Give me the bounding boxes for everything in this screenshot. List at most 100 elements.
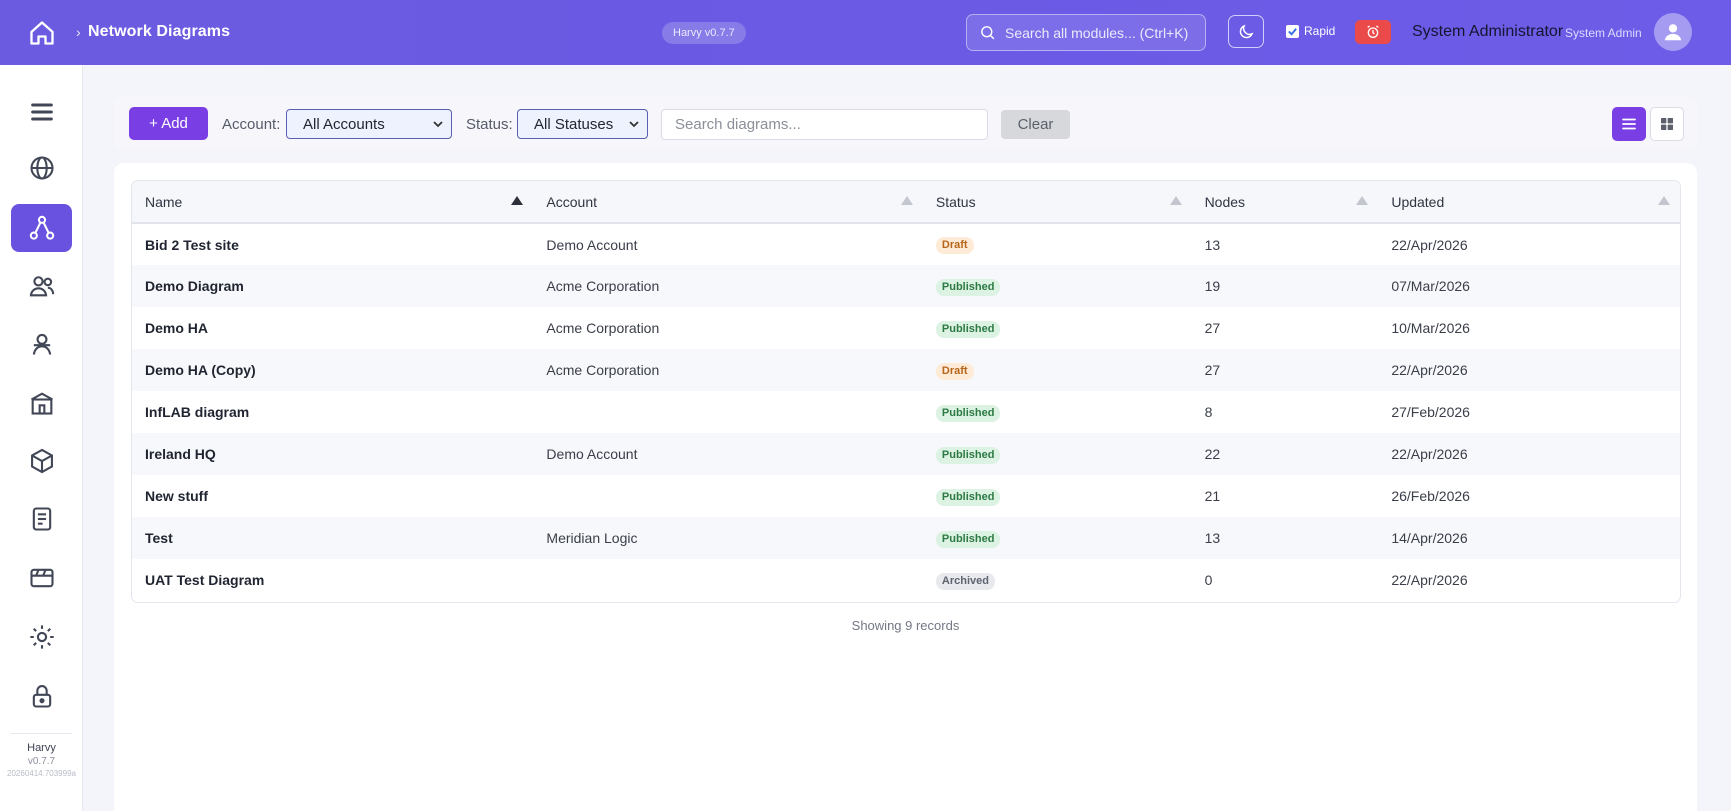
theme-toggle-button[interactable] — [1228, 15, 1264, 48]
record-count: Showing 9 records — [851, 618, 960, 633]
network-icon — [29, 215, 54, 240]
updated-cell: 22/Apr/2026 — [1391, 362, 1468, 378]
updated-cell: 27/Feb/2026 — [1391, 404, 1470, 420]
avatar[interactable] — [1654, 13, 1692, 51]
updated-cell: 10/Mar/2026 — [1391, 320, 1470, 336]
version-badge: Harvy v0.7.7 — [662, 22, 746, 44]
settings-icon — [29, 625, 54, 649]
nodes-cell: 8 — [1204, 404, 1213, 420]
name-cell: Bid 2 Test site — [145, 236, 239, 253]
global-search[interactable] — [966, 14, 1206, 51]
grid-view-button[interactable] — [1650, 107, 1684, 141]
column-header-label: Nodes — [1204, 193, 1246, 210]
add-diagram-button[interactable]: + Add — [129, 107, 208, 140]
sidebar-item-cube[interactable] — [11, 437, 72, 485]
status-badge: Published — [935, 530, 1001, 548]
table-row[interactable]: Demo HA Acme Corporation Published 27 10/Mar… — [132, 307, 1680, 349]
status-badge: Published — [935, 278, 1001, 296]
column-header-account[interactable]: Account — [533, 181, 922, 223]
filter-toolbar: + Add Account: All Accounts Status: All … — [114, 97, 1697, 149]
account-cell: Demo Account — [546, 236, 638, 253]
card-icon — [29, 568, 54, 588]
sidebar-item-menu[interactable] — [11, 88, 72, 136]
diagram-search-input[interactable]: Search diagrams... — [661, 109, 988, 140]
table-row[interactable]: Demo HA (Copy) Acme Corporation Draft 27 22/… — [132, 349, 1680, 391]
status-cell: Archived — [923, 559, 1192, 601]
sidebar-item-user[interactable] — [11, 320, 72, 368]
nodes-cell: 13 — [1204, 530, 1221, 546]
name-cell: Test — [145, 530, 173, 546]
table-row[interactable]: Ireland HQ Demo Account Published 22 22/Apr/… — [132, 433, 1680, 475]
account-select[interactable]: All Accounts — [286, 109, 452, 139]
sidebar-item-users[interactable] — [11, 262, 72, 310]
top-bar: › Network Diagrams Harvy v0.7.7 Rapid Sy… — [0, 0, 1731, 65]
account-cell: Acme Corporation — [546, 320, 660, 336]
status-select[interactable]: All Statuses — [517, 109, 648, 139]
sidebar-item-globe[interactable] — [11, 144, 72, 192]
account-cell: Meridian Logic — [546, 530, 638, 546]
status-cell: Published — [923, 391, 1192, 433]
rapid-checkbox[interactable] — [1286, 24, 1299, 38]
status-badge: Draft — [935, 237, 974, 254]
column-header-name[interactable]: Name — [132, 181, 533, 223]
alarm-button[interactable] — [1355, 20, 1391, 44]
status-cell: Published — [923, 433, 1192, 475]
table-row[interactable]: UAT Test Diagram Archived 0 22/Apr/2026 — [132, 559, 1680, 601]
table-row[interactable]: Bid 2 Test site Demo Account Draft 13 22/Apr… — [132, 223, 1680, 265]
status-cell: Draft — [923, 349, 1192, 391]
sort-arrow-icon[interactable] — [900, 196, 913, 205]
updated-cell: 14/Apr/2026 — [1391, 530, 1468, 546]
sidebar-item-cards[interactable] — [11, 554, 72, 602]
sidebar-item-settings[interactable] — [11, 613, 72, 661]
sidebar-item-security[interactable] — [11, 672, 72, 720]
table-body: Bid 2 Test site Demo Account Draft 13 22/Apr… — [132, 223, 1680, 601]
global-search-input[interactable] — [1005, 24, 1195, 41]
nodes-cell: 22 — [1204, 446, 1221, 462]
name-cell: Demo HA — [145, 320, 209, 336]
table-row[interactable]: Test Meridian Logic Published 13 14/Apr/2026 — [132, 517, 1680, 559]
sidebar-brand: Harvy — [27, 742, 56, 754]
table-row[interactable]: New stuff Published 21 26/Feb/2026 — [132, 475, 1680, 517]
breadcrumb-separator: › — [76, 24, 81, 40]
rapid-toggle[interactable]: Rapid — [1286, 24, 1335, 38]
status-badge: Published — [935, 446, 1001, 464]
sidebar-item-building[interactable] — [11, 379, 72, 427]
user-role: System Admin — [1565, 26, 1642, 40]
users-icon — [29, 276, 54, 297]
sidebar-item-documents[interactable] — [11, 495, 72, 543]
status-badge: Archived — [935, 572, 995, 590]
sidebar-build: 20260414.703999a — [7, 769, 76, 778]
sort-arrow-icon[interactable] — [1658, 196, 1670, 205]
column-header-label: Status — [935, 193, 976, 210]
status-cell: Draft — [923, 223, 1192, 265]
table-row[interactable]: Demo Diagram Acme Corporation Published 19 0… — [132, 265, 1680, 307]
status-cell: Published — [923, 265, 1192, 307]
account-cell: Demo Account — [546, 446, 638, 462]
status-badge: Draft — [935, 362, 974, 380]
user-name: System Administrator — [1412, 23, 1564, 40]
status-badge: Published — [935, 320, 1001, 338]
table-row[interactable]: InfLAB diagram Published 8 27/Feb/2026 — [132, 391, 1680, 433]
status-cell: Published — [923, 475, 1192, 517]
updated-cell: 22/Apr/2026 — [1391, 446, 1468, 462]
column-header-updated[interactable]: Updated — [1378, 181, 1680, 223]
chevron-down-icon — [629, 121, 639, 128]
diagrams-table: Name Account Status Nodes Updated Bid 2 Test… — [131, 180, 1681, 603]
content-panel: Name Account Status Nodes Updated Bid 2 Test… — [114, 163, 1697, 811]
list-view-button[interactable] — [1612, 107, 1646, 141]
sort-arrow-icon[interactable] — [511, 196, 524, 205]
home-icon[interactable] — [28, 19, 56, 47]
sort-arrow-icon[interactable] — [1356, 196, 1369, 205]
name-cell: InfLAB diagram — [145, 404, 250, 420]
nodes-cell: 21 — [1204, 488, 1221, 504]
alarm-clock-icon — [1367, 25, 1379, 38]
check-icon — [1288, 27, 1297, 36]
updated-cell: 26/Feb/2026 — [1391, 488, 1470, 504]
column-header-status[interactable]: Status — [923, 181, 1192, 223]
clear-button[interactable]: Clear — [1001, 110, 1070, 139]
sidebar-item-network-diagrams[interactable] — [11, 204, 72, 252]
column-header-nodes[interactable]: Nodes — [1192, 181, 1379, 223]
column-header-label: Updated — [1391, 193, 1445, 210]
name-cell: Ireland HQ — [145, 446, 216, 462]
sort-arrow-icon[interactable] — [1169, 196, 1182, 205]
